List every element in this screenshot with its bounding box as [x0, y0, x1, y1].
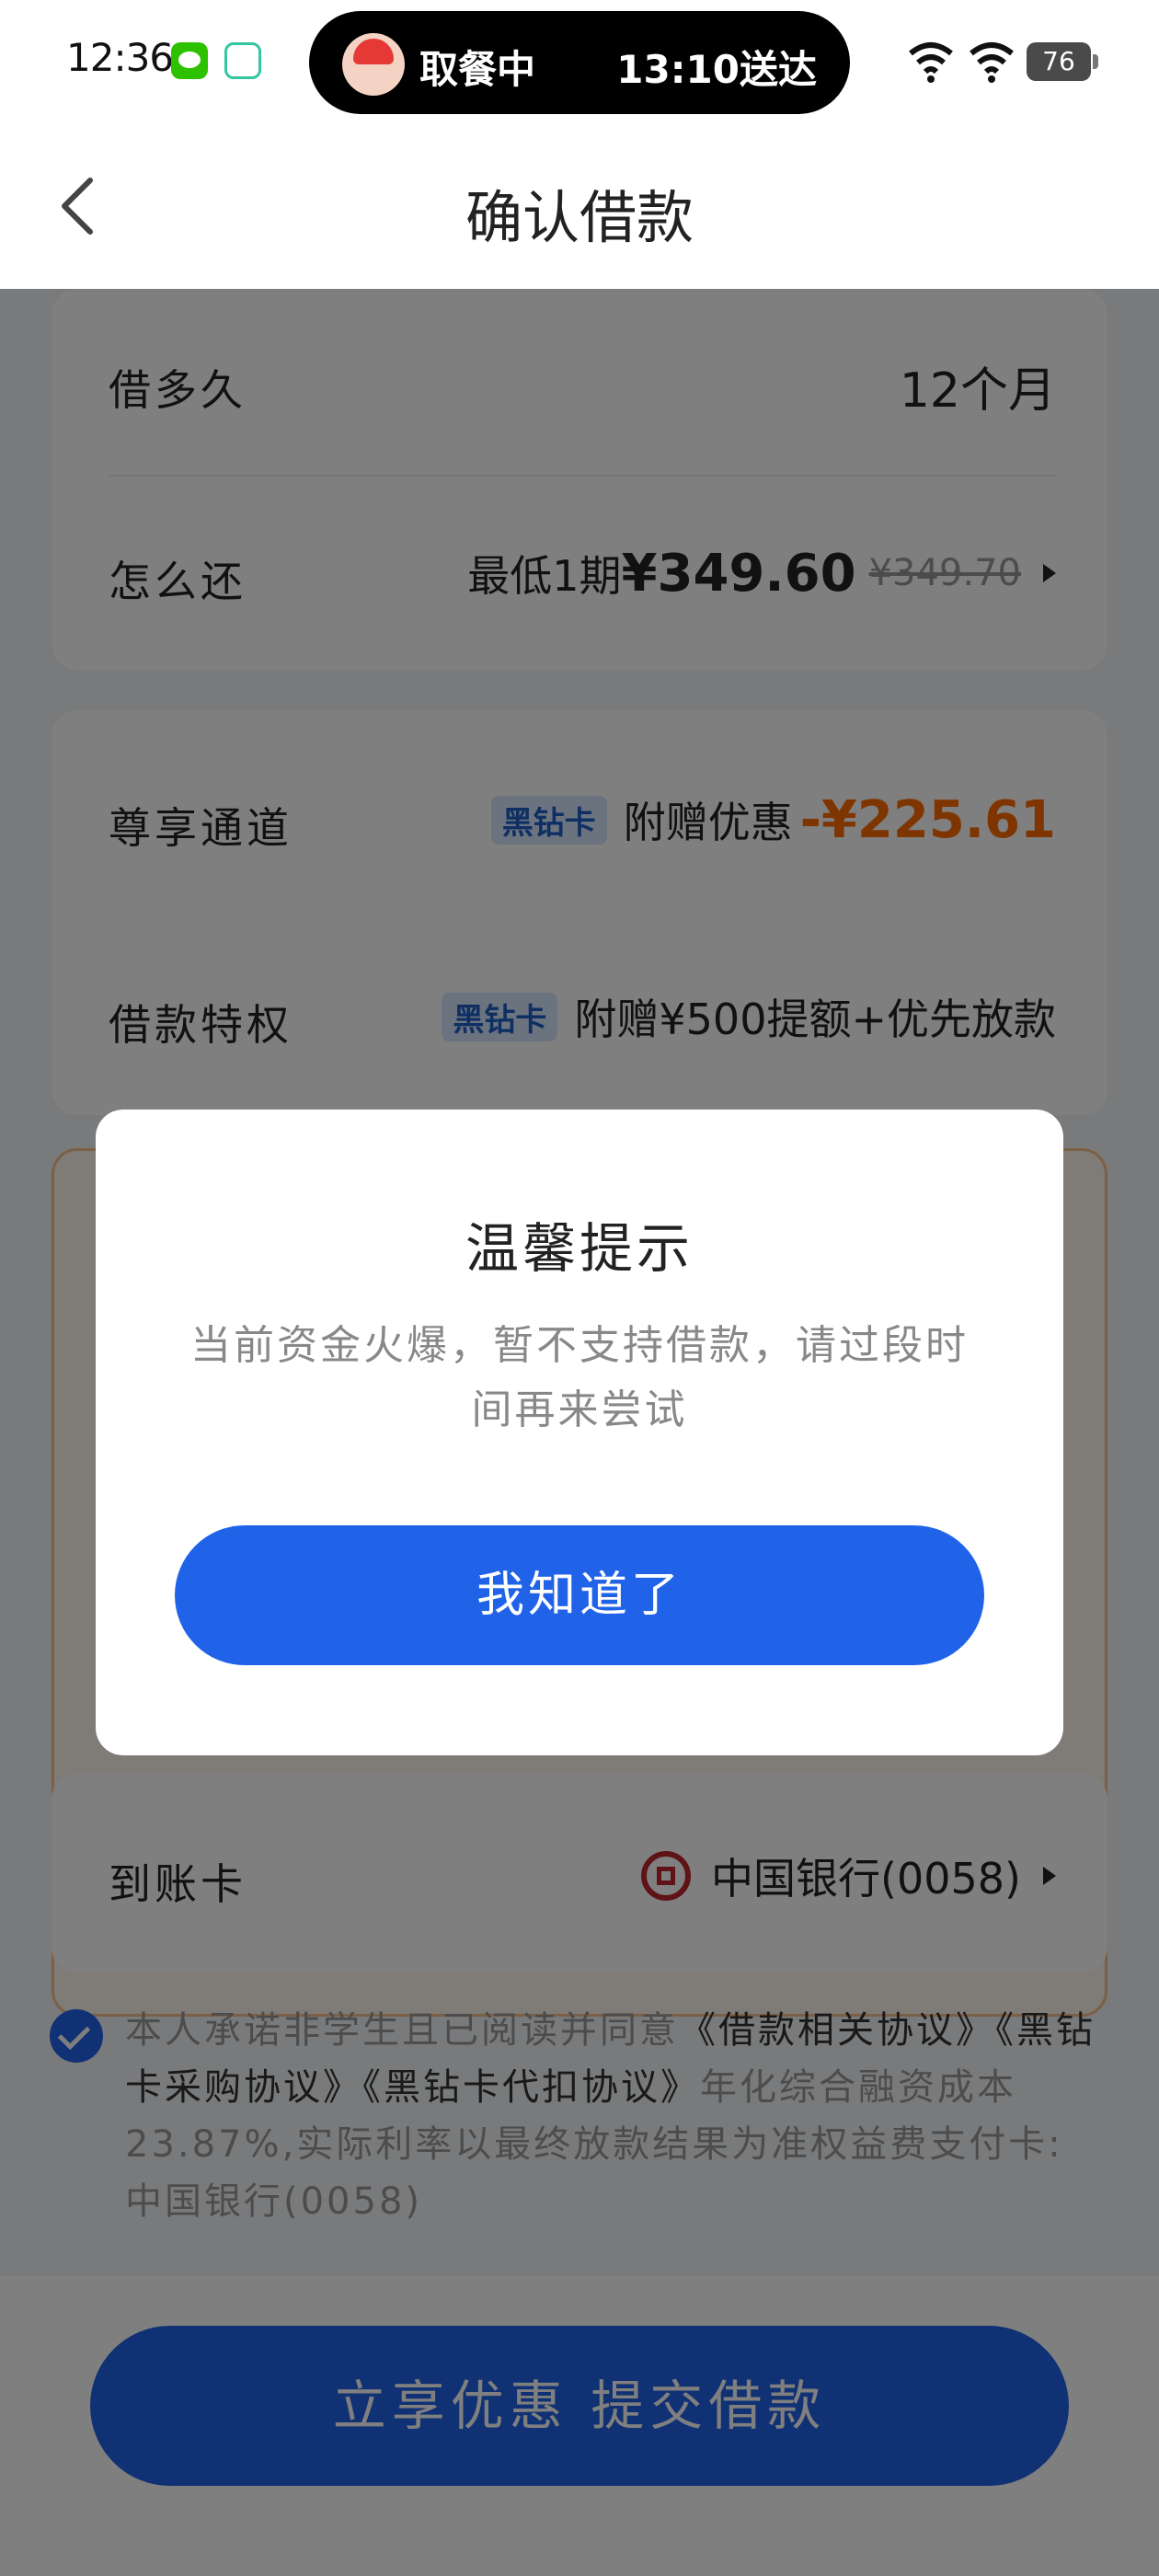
wifi-icon — [909, 42, 953, 83]
courier-avatar-icon — [342, 33, 405, 96]
nav-bar: 确认借款 — [0, 129, 1159, 289]
battery-indicator: 76 — [1027, 42, 1098, 81]
wifi-secondary-icon — [970, 42, 1014, 83]
clock: 12:36 — [66, 35, 174, 80]
wechat-icon — [171, 42, 208, 79]
dialog-title: 温馨提示 — [465, 1217, 694, 1280]
page-title: 确认借款 — [465, 184, 694, 251]
status-bar: 12:36 取餐中 13:10送达 76 — [0, 0, 1159, 129]
home-app-icon — [224, 42, 261, 79]
delivery-eta: 13:10送达 — [616, 47, 817, 92]
delivery-status: 取餐中 — [419, 47, 536, 92]
acknowledge-button[interactable]: 我知道了 — [175, 1525, 984, 1665]
dialog-message: 当前资金火爆，暂不支持借款，请过段时间再来尝试 — [190, 1322, 969, 1433]
delivery-live-activity[interactable]: 取餐中 13:10送达 — [309, 11, 850, 114]
notice-dialog: 温馨提示 当前资金火爆，暂不支持借款，请过段时间再来尝试 我知道了 — [96, 1110, 1063, 1755]
